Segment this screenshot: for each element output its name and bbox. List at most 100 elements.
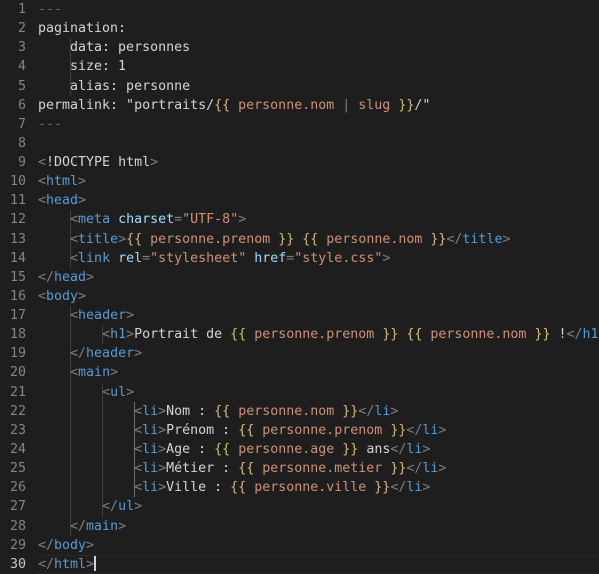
editor-line[interactable]: 14 <link rel="stylesheet" href="style.cs… — [0, 249, 599, 268]
line-content[interactable]: </main> — [38, 517, 126, 536]
code-token: < — [134, 480, 143, 496]
editor-line[interactable]: 18 <h1>Portrait de {{ personne.prenom }}… — [0, 325, 599, 344]
code-token: </ — [70, 518, 87, 534]
code-token: li — [142, 403, 159, 419]
line-content[interactable]: </html> — [38, 555, 96, 574]
line-content[interactable]: <li>Ville : {{ personne.ville }}</li> — [38, 478, 430, 497]
code-token: > — [422, 441, 431, 457]
code-token: > — [134, 346, 143, 362]
line-number: 19 — [9, 346, 26, 362]
line-content[interactable]: <ul> — [38, 383, 134, 402]
editor-line[interactable]: 13 <title>{{ personne.prenom }} {{ perso… — [0, 230, 599, 249]
code-token: main — [78, 365, 111, 381]
editor-line[interactable]: 28 </main> — [0, 517, 599, 536]
code-token: > — [438, 422, 447, 438]
line-content[interactable]: <title>{{ personne.prenom }} {{ personne… — [38, 230, 510, 249]
line-content[interactable]: </ul> — [38, 497, 142, 516]
code-token: > — [158, 403, 167, 419]
editor-line[interactable]: 2 pagination: — [0, 19, 599, 38]
line-content[interactable]: </header> — [38, 344, 142, 363]
code-token: html — [46, 174, 79, 190]
editor-line[interactable]: 9 <!DOCTYPE html> — [0, 153, 599, 172]
line-content[interactable]: data: personnes — [38, 38, 190, 57]
code-token: {{ — [214, 403, 231, 419]
line-content[interactable]: <head> — [38, 191, 86, 210]
code-token: personne.nom — [326, 231, 423, 247]
code-token: > — [86, 537, 95, 553]
line-content[interactable]: <header> — [38, 306, 134, 325]
code-token: href — [254, 250, 287, 266]
code-token: body — [46, 288, 79, 304]
editor-line[interactable]: 29 </body> — [0, 536, 599, 555]
editor-line[interactable]: 30 </html> — [0, 554, 599, 574]
editor-line[interactable]: 1 --- — [0, 0, 599, 19]
line-content[interactable]: <meta charset="UTF-8"> — [38, 210, 246, 229]
code-token: > — [118, 518, 127, 534]
code-token: personne.age — [238, 441, 335, 457]
code-token: main — [86, 518, 119, 534]
editor-line[interactable]: 7 --- — [0, 115, 599, 134]
code-token: title — [78, 231, 119, 247]
editor-line[interactable]: 4 size: 1 — [0, 57, 599, 76]
line-content[interactable]: <!DOCTYPE html> — [38, 153, 158, 172]
code-token: size: 1 — [38, 59, 127, 75]
line-content[interactable]: <main> — [38, 363, 118, 382]
editor-line[interactable]: 8 — [0, 134, 599, 153]
editor-line[interactable]: 12 <meta charset="UTF-8"> — [0, 210, 599, 229]
editor-line[interactable]: 10 <html> — [0, 172, 599, 191]
line-content[interactable]: <li>Nom : {{ personne.nom }}</li> — [38, 402, 398, 421]
code-token: li — [142, 422, 159, 438]
code-token: Métier : — [166, 461, 239, 477]
code-token: }} — [342, 403, 359, 419]
line-content[interactable]: <li>Métier : {{ personne.metier }}</li> — [38, 459, 446, 478]
editor-line[interactable]: 15 </head> — [0, 268, 599, 287]
editor-line[interactable]: 5 alias: personne — [0, 77, 599, 96]
code-token: Age : — [166, 441, 215, 457]
line-content[interactable]: <link rel="stylesheet" href="style.css"> — [38, 249, 390, 268]
code-token: </ — [406, 422, 423, 438]
editor-line[interactable]: 16 <body> — [0, 287, 599, 306]
code-token: personne.nom — [238, 403, 335, 419]
editor-line[interactable]: 23 <li>Prénom : {{ personne.prenom }}</l… — [0, 421, 599, 440]
line-content[interactable]: </head> — [38, 268, 94, 287]
code-token: head — [46, 193, 79, 209]
line-content[interactable]: pagination: — [38, 19, 126, 38]
editor-line[interactable]: 20 <main> — [0, 363, 599, 382]
line-content[interactable]: --- — [38, 0, 62, 19]
line-content[interactable]: <html> — [38, 172, 86, 191]
line-content[interactable]: --- — [38, 115, 62, 134]
line-content[interactable]: size: 1 — [38, 57, 126, 76]
editor-line[interactable]: 26 <li>Ville : {{ personne.ville }}</li> — [0, 478, 599, 497]
line-content[interactable]: alias: personne — [38, 77, 190, 96]
code-token: li — [142, 441, 159, 457]
editor-line[interactable]: 25 <li>Métier : {{ personne.metier }}</l… — [0, 459, 599, 478]
line-content[interactable]: <body> — [38, 287, 86, 306]
line-content[interactable]: <li>Prénom : {{ personne.prenom }}</li> — [38, 421, 446, 440]
editor-line[interactable]: 6 permalink: "portraits/{{ personne.nom |… — [0, 96, 599, 115]
editor-line[interactable]: 27 </ul> — [0, 497, 599, 516]
line-content[interactable]: </body> — [38, 536, 94, 555]
code-token: charset — [118, 212, 175, 228]
editor-line[interactable]: 17 <header> — [0, 306, 599, 325]
line-number: 17 — [9, 308, 26, 324]
line-content[interactable]: <h1>Portrait de {{ personne.prenom }} {{… — [38, 325, 599, 344]
code-token: </ — [70, 346, 87, 362]
code-token: personne.metier — [262, 461, 383, 477]
editor-line[interactable]: 21 <ul> — [0, 383, 599, 402]
editor-line[interactable]: 24 <li>Age : {{ personne.age }} ans</li> — [0, 440, 599, 459]
editor-line[interactable]: 3 data: personnes — [0, 38, 599, 57]
editor-line[interactable]: 11 <head> — [0, 191, 599, 210]
line-content[interactable]: permalink: "portraits/{{ personne.nom | … — [38, 96, 430, 115]
code-token: li — [422, 422, 439, 438]
line-number: 15 — [9, 269, 26, 285]
code-token: > — [158, 422, 167, 438]
line-content[interactable]: <li>Age : {{ personne.age }} ans</li> — [38, 440, 430, 459]
code-token: personne.nom — [238, 97, 335, 113]
editor-line[interactable]: 22 <li>Nom : {{ personne.nom }}</li> — [0, 402, 599, 421]
editor-line[interactable]: 19 </header> — [0, 344, 599, 363]
code-editor[interactable]: 1 --- 2 pagination: 3 data: personnes 4 size:… — [0, 0, 599, 574]
